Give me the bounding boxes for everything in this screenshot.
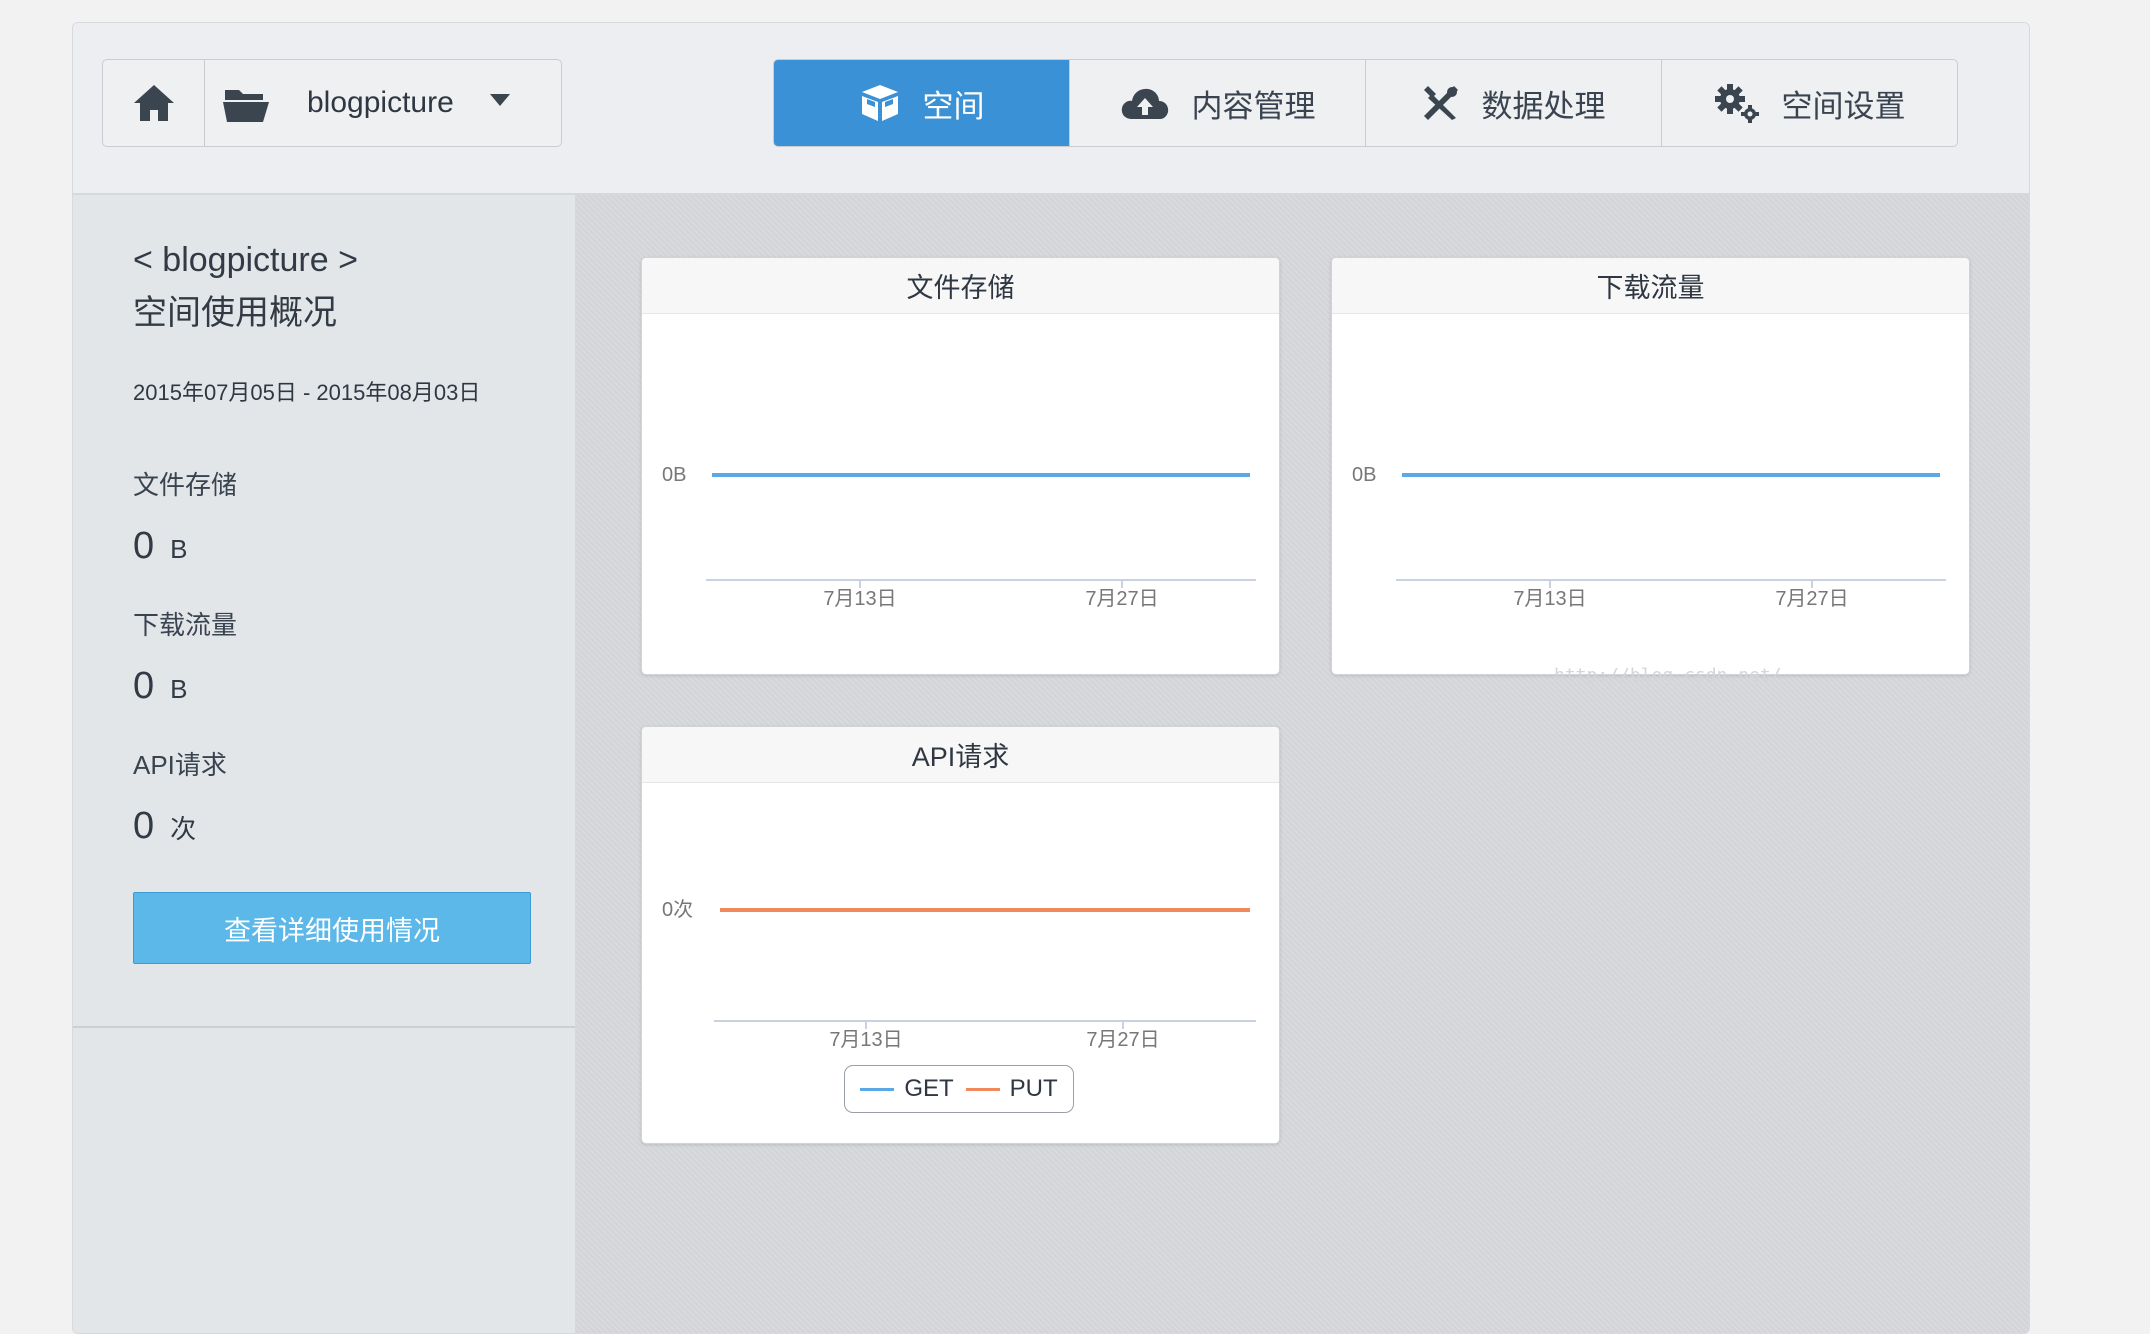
top-bar: blogpicture 空间 内容管理 数据处理 空间设置 <box>73 23 2029 195</box>
traffic-chart-card: 下载流量 0B 7月13日 7月27日 <box>1331 257 1970 675</box>
chart-title: API请求 <box>642 727 1279 783</box>
x-tick-label: 7月27日 <box>1085 588 1158 610</box>
main-tabs: 空间 内容管理 数据处理 空间设置 <box>773 59 1958 147</box>
box-icon <box>861 85 898 121</box>
x-tick-label: 7月27日 <box>1086 1029 1159 1051</box>
home-button[interactable] <box>103 60 205 146</box>
stat-label-api: API请求 <box>133 750 227 780</box>
x-tick-label: 7月27日 <box>1775 588 1848 610</box>
chart-title: 下载流量 <box>1332 258 1969 314</box>
tab-space[interactable]: 空间 <box>774 60 1070 146</box>
api-chart-card: API请求 0次 7月13日 7月27日 GET PUT <box>641 726 1280 1144</box>
bucket-title: < blogpicture > <box>133 241 358 279</box>
tab-data-processing[interactable]: 数据处理 <box>1366 60 1662 146</box>
x-tick-label: 7月13日 <box>829 1029 902 1051</box>
divider <box>73 1026 575 1028</box>
bucket-name: blogpicture <box>307 86 454 119</box>
y-tick-label: 0B <box>662 464 686 486</box>
overview-title: 空间使用概况 <box>133 294 337 332</box>
stat-number: 0 <box>133 665 155 707</box>
bucket-dropdown[interactable]: blogpicture <box>205 60 561 146</box>
storage-chart: 0B 7月13日 7月27日 <box>662 464 1256 610</box>
tab-label: 空间设置 <box>1781 88 1906 124</box>
traffic-chart: 0B 7月13日 7月27日 <box>1352 464 1946 610</box>
view-details-button[interactable]: 查看详细使用情况 <box>133 892 531 964</box>
stat-label-traffic: 下载流量 <box>133 610 238 640</box>
stat-value-traffic: 0B <box>133 665 187 708</box>
chart-title: 文件存储 <box>642 258 1279 314</box>
tab-label: 数据处理 <box>1481 88 1606 124</box>
y-tick-label: 0B <box>1352 464 1376 486</box>
home-icon <box>133 85 174 121</box>
legend-item-get[interactable]: GET <box>860 1075 954 1103</box>
sidebar: < blogpicture > 空间使用概况 2015年07月05日 - 201… <box>73 195 576 1333</box>
app-frame: blogpicture 空间 内容管理 数据处理 空间设置 < blogpict… <box>72 22 2030 1334</box>
stat-unit: B <box>170 534 188 564</box>
folder-icon <box>223 84 269 122</box>
legend-item-put[interactable]: PUT <box>965 1075 1058 1103</box>
x-tick-label: 7月13日 <box>823 588 896 610</box>
legend-swatch <box>965 1087 1000 1091</box>
stat-value-storage: 0B <box>133 525 187 568</box>
watermark: http://blog.csdn.net/ <box>1554 665 1782 686</box>
caret-down-icon <box>489 93 510 113</box>
bucket-selector: blogpicture <box>102 59 562 147</box>
tab-content-management[interactable]: 内容管理 <box>1070 60 1366 146</box>
dashboard-panel: 文件存储 0B 7月13日 7月27日 下载流量 0B 7月13日 7月27日 API请… <box>576 195 2029 1333</box>
stat-number: 0 <box>133 525 155 567</box>
stat-number: 0 <box>133 805 155 847</box>
tab-space-settings[interactable]: 空间设置 <box>1662 60 1957 146</box>
chart-legend: GET PUT <box>844 1065 1074 1113</box>
legend-swatch <box>860 1087 895 1091</box>
stat-unit: B <box>170 674 188 704</box>
legend-label: GET <box>904 1075 954 1102</box>
x-tick-label: 7月13日 <box>1513 588 1586 610</box>
date-range: 2015年07月05日 - 2015年08月03日 <box>133 380 481 405</box>
cloud-upload-icon <box>1121 88 1168 119</box>
stat-label-storage: 文件存储 <box>133 470 238 500</box>
tab-label: 内容管理 <box>1191 88 1316 124</box>
gears-icon <box>1714 84 1759 123</box>
y-tick-label: 0次 <box>662 898 693 921</box>
storage-chart-card: 文件存储 0B 7月13日 7月27日 <box>641 257 1280 675</box>
stat-value-api: 0次 <box>133 805 196 848</box>
tab-label: 空间 <box>922 88 985 124</box>
stat-unit: 次 <box>170 814 197 844</box>
tools-icon <box>1423 86 1458 120</box>
legend-label: PUT <box>1009 1075 1058 1102</box>
